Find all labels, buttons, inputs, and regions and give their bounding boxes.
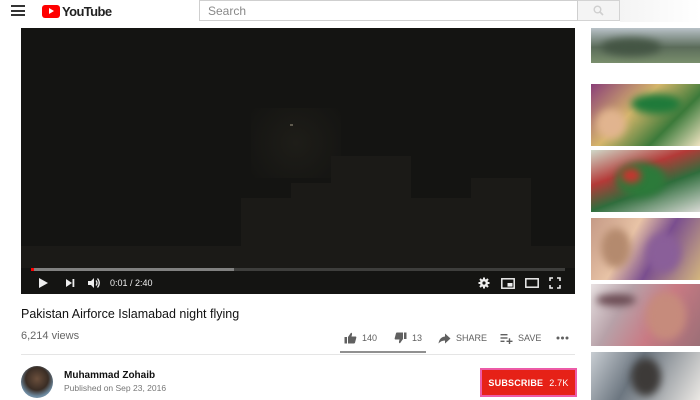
dislike-button[interactable]: 13 [394,330,422,346]
played-bar [31,268,35,271]
like-count: 140 [362,333,378,343]
search-icon [593,5,604,16]
channel-avatar[interactable] [21,366,53,398]
search-input[interactable] [199,0,578,21]
related-video-thumbnail[interactable] [591,28,700,63]
thumbs-down-icon [394,332,407,344]
related-video-thumbnail[interactable] [591,150,700,212]
play-button[interactable] [35,275,51,291]
related-video-thumbnail[interactable] [591,284,700,346]
progress-bar[interactable] [31,268,565,271]
sentiment-bar [340,351,426,353]
youtube-play-logo-icon [42,4,60,18]
video-frame-glow [251,108,341,178]
theater-icon [525,278,539,288]
save-button[interactable]: SAVE [500,330,541,346]
video-title: Pakistan Airforce Islamabad night flying [21,307,240,321]
share-icon [438,333,451,343]
subscribe-label: SUBSCRIBE [488,377,544,388]
player-controls: 0:01 / 2:40 [21,272,575,294]
masthead: YouTube [0,0,700,22]
like-button[interactable]: 140 [344,330,377,346]
miniplayer-button[interactable] [499,275,517,291]
related-video-thumbnail[interactable] [591,218,700,280]
dislike-count: 13 [412,333,423,343]
view-count: 6,214 views [21,330,80,342]
sentiment-bar-likes [340,351,419,353]
next-button[interactable] [62,275,78,291]
search-button[interactable] [578,0,620,21]
volume-icon [88,278,100,288]
logo-text: YouTube [62,3,112,19]
subscribe-button[interactable]: SUBSCRIBE 2.7K [482,370,575,395]
header-right-area [620,0,700,22]
save-label: SAVE [518,333,542,343]
share-button[interactable]: SHARE [438,330,487,346]
fullscreen-icon [549,277,561,289]
next-icon [66,279,75,287]
video-player[interactable]: 0:01 / 2:40 [21,28,575,294]
publish-date: Published on Sep 23, 2016 [64,383,167,393]
theater-mode-button[interactable] [523,275,541,291]
youtube-logo[interactable]: YouTube [42,3,112,19]
subscribe-highlight: SUBSCRIBE 2.7K [480,368,577,397]
related-video-thumbnail[interactable] [591,84,700,146]
time-display: 0:01 / 2:40 [110,278,153,288]
thumbs-up-icon [344,332,357,344]
play-icon [39,278,48,288]
channel-name[interactable]: Muhammad Zohaib [64,370,155,381]
divider [21,354,575,355]
more-actions-button[interactable] [556,330,574,346]
fullscreen-button[interactable] [547,275,563,291]
settings-button[interactable] [476,275,492,291]
buffered-bar [31,268,234,271]
hamburger-menu-icon[interactable] [11,5,25,16]
subscriber-count: 2.7K [549,377,569,388]
more-horizontal-icon [556,336,569,340]
share-label: SHARE [456,333,488,343]
gear-icon [478,277,490,289]
miniplayer-icon [501,277,515,289]
video-frame-skyline [21,246,575,268]
add-to-playlist-icon [500,333,513,344]
aircraft-light [290,124,293,126]
related-video-thumbnail[interactable] [591,352,700,400]
mute-button[interactable] [85,275,103,291]
